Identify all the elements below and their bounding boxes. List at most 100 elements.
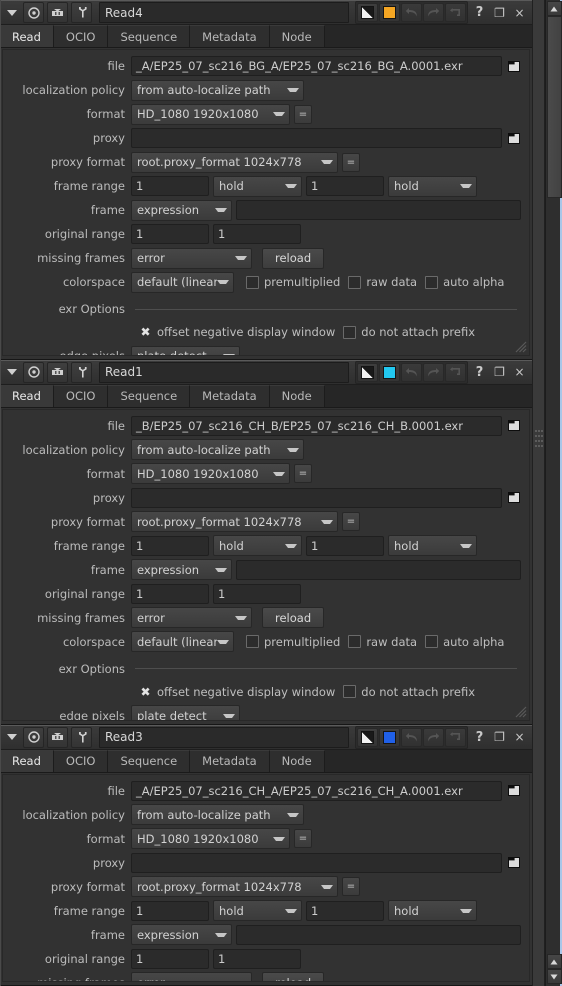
- proxy-format-dropdown[interactable]: root.proxy_format 1024x778: [131, 876, 338, 898]
- folder-browse-button[interactable]: [506, 783, 522, 799]
- edge-pixels-dropdown[interactable]: plate detect: [131, 705, 240, 720]
- frame-range-last-input[interactable]: 1: [306, 535, 384, 556]
- premultiplied-checkbox[interactable]: [246, 275, 259, 289]
- raw-data-checkbox[interactable]: [348, 635, 362, 649]
- tab-sequence[interactable]: Sequence: [108, 384, 191, 407]
- collapse-toggle[interactable]: [4, 3, 20, 22]
- frame-expression-input[interactable]: [236, 200, 521, 220]
- tab-read[interactable]: Read: [0, 749, 54, 772]
- tab-node[interactable]: Node: [269, 749, 325, 772]
- format-expression-button[interactable]: =: [294, 829, 312, 849]
- tab-sequence[interactable]: Sequence: [108, 25, 191, 47]
- proxy-input[interactable]: [131, 852, 502, 873]
- frame-range-last-mode-dropdown[interactable]: hold: [388, 535, 477, 557]
- close-panel-button[interactable]: ×: [511, 363, 528, 382]
- tab-sequence[interactable]: Sequence: [108, 749, 191, 772]
- collapse-toggle[interactable]: [4, 728, 20, 747]
- frame-range-last-mode-dropdown[interactable]: hold: [388, 900, 477, 922]
- target-button[interactable]: [23, 361, 44, 383]
- do-not-attach-prefix-checkbox[interactable]: [343, 325, 357, 339]
- original-range-first-input[interactable]: 1: [131, 224, 209, 244]
- colorspace-dropdown[interactable]: default (linear): [131, 271, 234, 293]
- panel-resize-grip[interactable]: [515, 341, 527, 353]
- edge-pixels-dropdown[interactable]: plate detect: [131, 345, 240, 355]
- frame-expression-input[interactable]: [236, 924, 521, 945]
- mask-button[interactable]: [47, 2, 68, 23]
- node-name-field[interactable]: Read1: [99, 361, 349, 383]
- proxy-format-dropdown[interactable]: root.proxy_format 1024x778: [131, 511, 338, 533]
- scroll-up-button[interactable]: [546, 1, 562, 16]
- proxy-folder-browse-button[interactable]: [506, 490, 522, 506]
- proxy-input[interactable]: [131, 487, 502, 508]
- frame-mode-dropdown[interactable]: expression: [131, 559, 232, 581]
- tab-read[interactable]: Read: [0, 384, 54, 407]
- frame-range-last-input[interactable]: 1: [306, 176, 384, 196]
- localization-policy-dropdown[interactable]: from auto-localize path: [131, 439, 304, 461]
- frame-range-first-mode-dropdown[interactable]: hold: [213, 535, 302, 557]
- collapse-toggle[interactable]: [4, 363, 20, 382]
- scroll-up-button-bottom[interactable]: [546, 954, 562, 969]
- revert-button[interactable]: [445, 362, 466, 382]
- close-panel-button[interactable]: ×: [511, 3, 528, 22]
- proxy-folder-browse-button[interactable]: [506, 130, 522, 146]
- float-panel-button[interactable]: ❐: [491, 3, 508, 22]
- frame-range-first-input[interactable]: 1: [131, 900, 209, 921]
- disable-node-button[interactable]: [357, 3, 378, 22]
- frame-range-last-mode-dropdown[interactable]: hold: [388, 175, 477, 197]
- wrench-button[interactable]: [71, 2, 92, 23]
- tab-node[interactable]: Node: [269, 25, 325, 47]
- original-range-last-input[interactable]: 1: [213, 224, 301, 244]
- original-range-first-input[interactable]: 1: [131, 583, 209, 604]
- auto-alpha-checkbox[interactable]: [425, 635, 439, 649]
- reload-button[interactable]: reload: [262, 972, 325, 981]
- redo-button[interactable]: [423, 3, 444, 22]
- missing-frames-dropdown[interactable]: error: [131, 247, 252, 269]
- premultiplied-checkbox[interactable]: [246, 635, 259, 649]
- help-button[interactable]: ?: [471, 363, 488, 382]
- tab-node[interactable]: Node: [269, 384, 325, 407]
- tab-ocio[interactable]: OCIO: [53, 749, 109, 772]
- help-button[interactable]: ?: [471, 3, 488, 22]
- format-dropdown[interactable]: HD_1080 1920x1080: [131, 463, 290, 485]
- proxy-format-expression-button[interactable]: =: [342, 877, 360, 897]
- file-input[interactable]: _A/EP25_07_sc216_BG_A/EP25_07_sc216_BG_A…: [131, 56, 502, 76]
- auto-alpha-checkbox[interactable]: [425, 275, 439, 289]
- mask-button[interactable]: [47, 361, 68, 383]
- node-color-button[interactable]: [379, 362, 400, 382]
- localization-policy-dropdown[interactable]: from auto-localize path: [131, 79, 304, 101]
- format-expression-button[interactable]: =: [294, 104, 312, 124]
- colorspace-dropdown[interactable]: default (linear): [131, 631, 234, 653]
- file-input[interactable]: _B/EP25_07_sc216_CH_B/EP25_07_sc216_CH_B…: [131, 415, 502, 436]
- revert-button[interactable]: [445, 3, 466, 22]
- frame-range-first-input[interactable]: 1: [131, 535, 209, 556]
- panel-resize-grip[interactable]: [515, 706, 527, 718]
- proxy-format-dropdown[interactable]: root.proxy_format 1024x778: [131, 151, 338, 173]
- original-range-first-input[interactable]: 1: [131, 948, 209, 969]
- offset-negative-display-window-checkbox[interactable]: ✖: [139, 326, 152, 339]
- missing-frames-dropdown[interactable]: error: [131, 972, 252, 981]
- redo-button[interactable]: [423, 362, 444, 382]
- node-name-field[interactable]: Read4: [99, 2, 349, 23]
- frame-range-last-input[interactable]: 1: [306, 900, 384, 921]
- float-panel-button[interactable]: ❐: [491, 728, 508, 747]
- reload-button[interactable]: reload: [262, 247, 325, 269]
- help-button[interactable]: ?: [471, 728, 488, 747]
- format-dropdown[interactable]: HD_1080 1920x1080: [131, 103, 290, 125]
- scroll-down-button[interactable]: [546, 969, 562, 984]
- frame-range-first-mode-dropdown[interactable]: hold: [213, 900, 302, 922]
- proxy-format-expression-button[interactable]: =: [342, 152, 360, 172]
- format-dropdown[interactable]: HD_1080 1920x1080: [131, 828, 290, 850]
- frame-mode-dropdown[interactable]: expression: [131, 199, 232, 221]
- float-panel-button[interactable]: ❐: [491, 363, 508, 382]
- panel-splitter[interactable]: [532, 0, 545, 986]
- target-button[interactable]: [23, 2, 44, 23]
- folder-browse-button[interactable]: [506, 418, 522, 434]
- missing-frames-dropdown[interactable]: error: [131, 607, 252, 629]
- tab-metadata[interactable]: Metadata: [190, 384, 270, 407]
- vertical-scrollbar[interactable]: [544, 0, 562, 986]
- scrollbar-thumb[interactable]: [546, 16, 562, 198]
- reload-button[interactable]: reload: [262, 607, 325, 629]
- raw-data-checkbox[interactable]: [348, 275, 362, 289]
- do-not-attach-prefix-checkbox[interactable]: [343, 685, 357, 699]
- localization-policy-dropdown[interactable]: from auto-localize path: [131, 804, 304, 826]
